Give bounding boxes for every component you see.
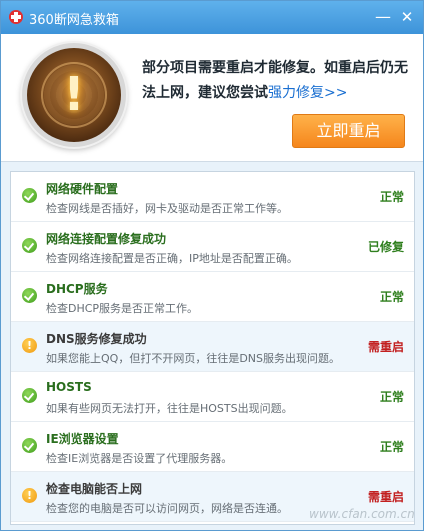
item-status: 需重启 [367, 340, 404, 354]
watermark: www.cfan.com.cn [309, 507, 415, 521]
list-item: DNS服务修复成功 如果您能上QQ，但打不开网页，往往是DNS服务出现问题。 需… [11, 322, 414, 372]
check-icon [22, 438, 37, 453]
item-status: 正常 [379, 290, 404, 304]
list-item: 网络硬件配置 检查网线是否插好，网卡及驱动是否正常工作等。 正常 [11, 172, 414, 222]
item-status: 正常 [379, 190, 404, 204]
check-icon [22, 288, 37, 303]
item-description: 检查网线是否插好，网卡及驱动是否正常工作等。 [46, 202, 288, 215]
minimize-button[interactable]: — [373, 7, 393, 27]
result-header: ! 部分项目需要重启才能修复。如重启后仍无法上网，建议您尝试强力修复>> 立即重… [1, 34, 423, 162]
list-item: DHCP服务 检查DHCP服务是否正常工作。 正常 [11, 272, 414, 322]
item-status: 需重启 [367, 490, 404, 504]
list-item: HOSTS 如果有些网页无法打开，往往是HOSTS出现问题。 正常 [11, 372, 414, 422]
app-window: 360断网急救箱 — ✕ ! 部分项目需要重启才能修复。如重启后仍无法上网，建议… [0, 0, 424, 531]
warning-orb-icon: ! [27, 48, 121, 142]
warning-icon [22, 488, 37, 503]
check-icon [22, 188, 37, 203]
title-bar[interactable]: 360断网急救箱 — ✕ [1, 1, 423, 34]
warning-icon [22, 338, 37, 353]
item-title: 网络连接配置修复成功 [46, 232, 167, 246]
item-status: 正常 [379, 440, 404, 454]
app-logo-icon [9, 10, 23, 24]
item-title: 检查电脑能否上网 [46, 482, 143, 496]
item-description: 检查DHCP服务是否正常工作。 [46, 302, 199, 315]
item-description: 如果有些网页无法打开，往往是HOSTS出现问题。 [46, 402, 293, 415]
item-status: 正常 [379, 390, 404, 404]
item-description: 检查网络连接配置是否正确，IP地址是否配置正确。 [46, 252, 298, 265]
check-icon [22, 238, 37, 253]
exclamation-icon: ! [63, 67, 85, 121]
force-repair-link[interactable]: 强力修复>> [268, 85, 347, 101]
item-title: 网络硬件配置 [46, 182, 119, 196]
item-title: HOSTS [46, 380, 92, 394]
item-title: DNS服务修复成功 [46, 332, 147, 346]
item-status: 已修复 [367, 240, 404, 254]
result-message: 部分项目需要重启才能修复。如重启后仍无法上网，建议您尝试强力修复>> [142, 56, 412, 106]
window-title: 360断网急救箱 [29, 13, 119, 28]
close-button[interactable]: ✕ [397, 7, 417, 27]
item-description: 检查您的电脑是否可以访问网页，网络是否连通。 [46, 502, 288, 515]
item-description: 检查IE浏览器是否设置了代理服务器。 [46, 452, 233, 465]
list-item: IE浏览器设置 检查IE浏览器是否设置了代理服务器。 正常 [11, 422, 414, 472]
item-description: 如果您能上QQ，但打不开网页，往往是DNS服务出现问题。 [46, 352, 340, 365]
list-item: 网络连接配置修复成功 检查网络连接配置是否正确，IP地址是否配置正确。 已修复 [11, 222, 414, 272]
restart-now-button[interactable]: 立即重启 [292, 114, 405, 148]
check-item-list: 网络硬件配置 检查网线是否插好，网卡及驱动是否正常工作等。 正常 网络连接配置修… [10, 171, 415, 525]
check-icon [22, 388, 37, 403]
item-title: DHCP服务 [46, 282, 108, 296]
item-title: IE浏览器设置 [46, 432, 119, 446]
